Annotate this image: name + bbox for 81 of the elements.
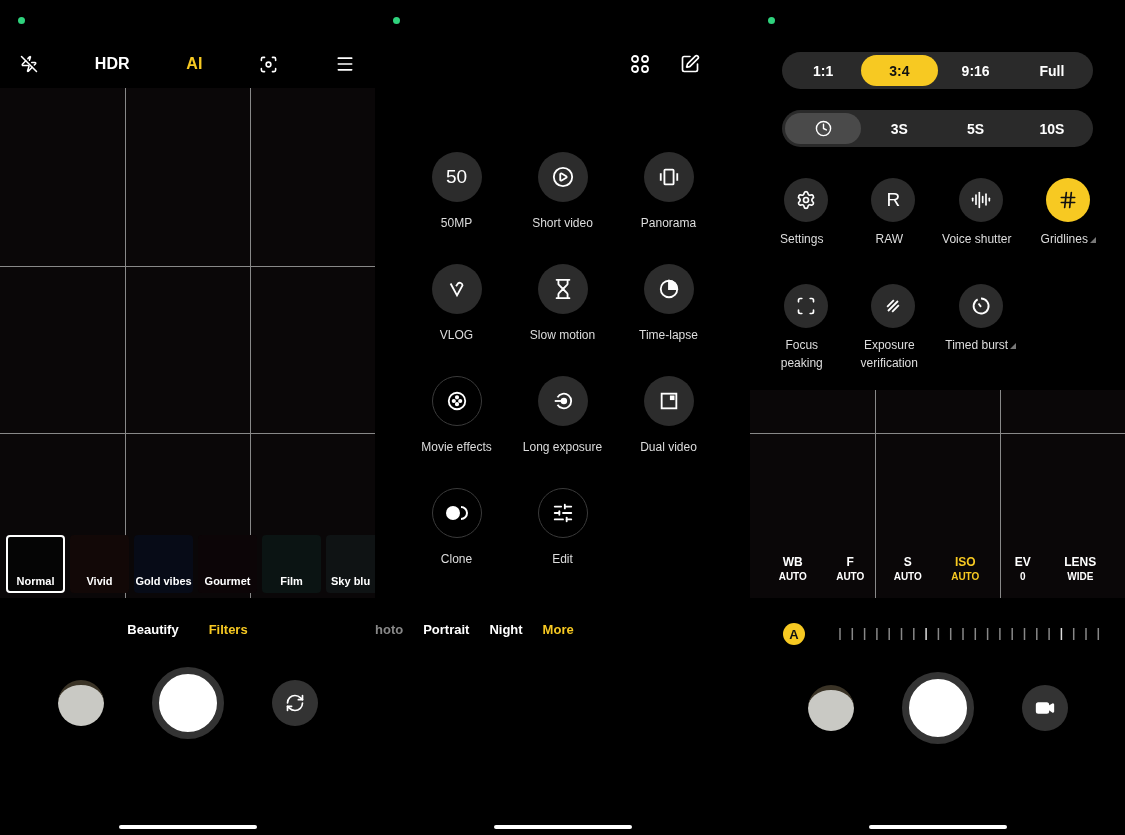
panorama-icon (657, 166, 680, 188)
toggle-button[interactable] (1046, 178, 1091, 222)
mode-label: Slow motion (529, 327, 596, 344)
filter-tile[interactable]: Gold vibes (134, 535, 193, 593)
timer-option[interactable]: 5S (937, 113, 1014, 144)
sound-wave-icon (970, 190, 991, 210)
flash-off-icon[interactable] (20, 55, 38, 73)
timer-icon (970, 296, 991, 316)
mode-button[interactable] (643, 376, 694, 426)
filter-tile[interactable]: Film (262, 535, 321, 593)
timer-option[interactable]: 3S (861, 113, 938, 144)
toggle-button[interactable] (783, 284, 828, 328)
menu-icon[interactable] (335, 54, 355, 74)
dial-ticks-drawing[interactable] (839, 627, 1101, 641)
toggle-label: Focus peaking (779, 337, 824, 372)
edit-icon[interactable] (680, 54, 700, 74)
four-circles-icon[interactable] (630, 54, 650, 74)
mode-button[interactable] (537, 152, 588, 202)
rotate-arrows-icon (284, 692, 305, 713)
pro-parameter[interactable]: ISO AUTO (936, 555, 994, 582)
mode-label: Panorama (640, 215, 697, 232)
mode-label: Movie effects (421, 439, 492, 456)
settings-icon (795, 190, 816, 210)
toggle-label: RAW (875, 231, 904, 248)
mode-tab[interactable]: hoto (375, 621, 404, 637)
pro-parameter[interactable]: S AUTO (879, 555, 937, 582)
aspect-ratio-option[interactable]: Full (1013, 55, 1090, 87)
timer-option[interactable]: 10S (1013, 113, 1090, 144)
pro-parameter[interactable]: EV 0 (994, 555, 1052, 582)
toggle-button[interactable]: R (871, 178, 916, 222)
aspect-ratio-option[interactable]: 3:4 (861, 55, 938, 87)
top-bar-toggle[interactable]: AI (186, 55, 203, 73)
status-dot (18, 16, 25, 24)
play-circle-icon (551, 166, 574, 188)
mode-label: VLOG (439, 327, 474, 344)
mode-tab[interactable]: More (542, 621, 574, 637)
mode-label: 50MP (440, 215, 473, 232)
aspect-ratio-option[interactable]: 1:1 (785, 55, 862, 87)
filter-tile[interactable]: Vivid (70, 535, 129, 593)
toggle-button[interactable] (958, 284, 1003, 328)
mode-tab[interactable]: Night (489, 621, 523, 637)
mode-tab[interactable]: Portrait (423, 621, 470, 637)
toggle-button[interactable] (871, 284, 916, 328)
toggle-label: Settings (780, 231, 824, 248)
pro-parameter[interactable]: LENS WIDE (1051, 555, 1109, 582)
mode-button[interactable] (537, 376, 588, 426)
toggle-button[interactable] (783, 178, 828, 222)
toggle-label: Timed burst (945, 337, 1009, 354)
mode-label: Dual video (640, 439, 697, 456)
top-bar-toggle[interactable]: HDR (94, 55, 130, 73)
pie-timer-icon (657, 278, 680, 300)
filter-tile[interactable]: Sky blu (326, 535, 375, 593)
tab[interactable]: Beautify (127, 621, 179, 637)
aspect-ratio-option[interactable]: 9:16 (937, 55, 1014, 87)
pro-parameter[interactable]: F AUTO (821, 555, 879, 582)
pro-parameter[interactable]: WB AUTO (764, 555, 822, 582)
toggle-button[interactable] (958, 178, 1003, 222)
mode-label: Long exposure (522, 439, 603, 456)
tab[interactable]: Filters (208, 621, 248, 637)
film-reel-icon (445, 390, 468, 412)
focus-frame-icon (795, 296, 816, 316)
mode-button[interactable] (431, 264, 482, 314)
mode-label: Time-lapse (639, 327, 698, 344)
mode-button[interactable]: 50 (431, 152, 482, 202)
mode-button[interactable] (643, 264, 694, 314)
mode-label: Clone (440, 551, 473, 568)
clock-icon (814, 120, 832, 138)
status-dot (768, 16, 775, 24)
mode-label: Short video (532, 215, 593, 232)
filter-tile[interactable]: Normal (6, 535, 65, 593)
timer-option[interactable] (785, 113, 862, 144)
auto-dial-button[interactable]: A (783, 623, 805, 645)
toggle-label: Voice shutter (942, 231, 1012, 248)
sliders-icon (551, 502, 574, 524)
toggle-label: Gridlines (1040, 231, 1088, 248)
mode-button[interactable] (643, 152, 694, 202)
toggle-label: Exposure verification (859, 337, 919, 372)
mode-label: Edit (552, 551, 573, 568)
lens-icon[interactable] (259, 54, 279, 74)
mode-button[interactable] (537, 264, 588, 314)
status-dot (393, 16, 400, 24)
